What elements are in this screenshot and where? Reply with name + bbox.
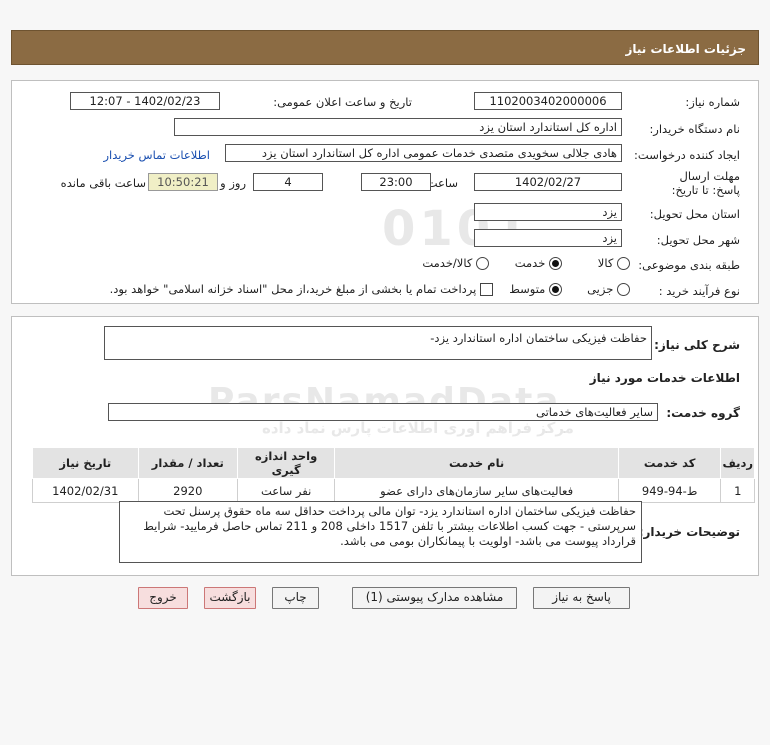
table-header-row: ردیف کد خدمت نام خدمت واحد اندازه گیری ت…	[32, 447, 755, 479]
service-group-field: سایر فعالیت‌های خدماتی	[108, 403, 658, 421]
province-field: یزد	[474, 203, 622, 221]
deadline-label: مهلت ارسال پاسخ: تا تاریخ:	[671, 169, 740, 197]
buyer-notes-field: حفاظت فیزیکی ساختمان اداره استاندارد یزد…	[119, 501, 642, 563]
process-minor-label: جزیی	[587, 282, 614, 296]
announce-datetime-field: 1402/02/23 - 12:07	[70, 92, 220, 110]
city-label: شهر محل تحویل:	[656, 233, 740, 247]
category-label: طبقه بندی موضوعی:	[638, 258, 740, 272]
buyer-notes-label: توضیحات خریدار:	[638, 525, 740, 539]
need-summary-label: شرح کلی نیاز:	[654, 338, 740, 352]
treasury-checkbox[interactable]	[480, 283, 493, 296]
creator-field: هادی جلالی سخویدی متصدی خدمات عمومی ادار…	[225, 144, 622, 162]
deadline-time-field: 23:00	[361, 173, 431, 191]
province-label: استان محل تحویل:	[649, 207, 740, 221]
cell-quantity: 2920	[137, 478, 238, 503]
buyer-contact-link[interactable]: اطلاعات تماس خریدار	[103, 148, 210, 162]
buyer-org-label: نام دستگاه خریدار:	[649, 122, 740, 136]
payment-note[interactable]: پرداخت تمام یا بخشی از مبلغ خرید،از محل …	[110, 282, 493, 296]
page-title: جزئیات اطلاعات نیاز	[625, 42, 746, 56]
reply-button[interactable]: پاسخ به نیاز	[533, 587, 630, 609]
table-row[interactable]: 1 ط-94-949 فعالیت‌های سایر سازمان‌های دا…	[32, 478, 755, 503]
services-section-title: اطلاعات خدمات مورد نیاز	[589, 371, 740, 385]
days-remaining-field: 4	[253, 173, 323, 191]
watermark-subtitle: مرکز فراهم آوری اطلاعات پارس نماد داده	[262, 419, 574, 437]
need-summary-field: حفاظت فیزیکی ساختمان اداره استاندارد یزد…	[104, 326, 652, 360]
col-need-date: تاریخ نیاز	[32, 447, 139, 479]
radio-goods-service[interactable]	[476, 257, 489, 270]
need-number-field: 1102003402000006	[474, 92, 622, 110]
process-option-medium[interactable]: متوسط	[509, 282, 562, 296]
col-unit: واحد اندازه گیری	[236, 447, 336, 479]
category-goods-label: کالا	[597, 256, 614, 270]
services-table: ردیف کد خدمت نام خدمت واحد اندازه گیری ت…	[32, 447, 755, 503]
back-button[interactable]: بازگشت	[204, 587, 256, 609]
radio-medium[interactable]	[549, 283, 562, 296]
cell-unit: نفر ساعت	[236, 478, 336, 503]
radio-service[interactable]	[549, 257, 562, 270]
col-service-name: نام خدمت	[334, 447, 619, 479]
cell-service-name: فعالیت‌های سایر سازمان‌های دارای عضو	[334, 478, 619, 503]
exit-button[interactable]: خروج	[138, 587, 188, 609]
city-field: یزد	[474, 229, 622, 247]
need-number-label: شماره نیاز:	[685, 95, 740, 109]
process-option-minor[interactable]: جزیی	[587, 282, 630, 296]
service-group-label: گروه خدمت:	[666, 406, 740, 420]
print-button[interactable]: چاپ	[272, 587, 319, 609]
process-medium-label: متوسط	[509, 282, 546, 296]
days-label: روز و	[220, 176, 246, 190]
hour-label: ساعت	[426, 176, 458, 190]
col-row-number: ردیف	[720, 447, 755, 479]
cell-service-code: ط-94-949	[617, 478, 722, 503]
category-option-goods[interactable]: کالا	[598, 256, 630, 270]
category-goods-service-label: کالا/خدمت	[422, 256, 473, 270]
category-option-goods-service[interactable]: کالا/خدمت	[422, 256, 489, 270]
remaining-time-field: 10:50:21	[148, 173, 218, 191]
category-option-service[interactable]: خدمت	[515, 256, 562, 270]
radio-goods[interactable]	[617, 257, 630, 270]
cell-need-date: 1402/02/31	[32, 478, 139, 503]
remaining-time-label: ساعت باقی مانده	[60, 176, 146, 190]
page-header: جزئیات اطلاعات نیاز	[11, 30, 759, 65]
deadline-date-field: 1402/02/27	[474, 173, 622, 191]
process-label: نوع فرآیند خرید :	[658, 284, 740, 298]
payment-note-text: پرداخت تمام یا بخشی از مبلغ خرید،از محل …	[109, 282, 477, 296]
details-panel: ParsNamadData مرکز فراهم آوری اطلاعات پا…	[11, 316, 759, 576]
col-service-code: کد خدمت	[617, 447, 722, 479]
creator-label: ایجاد کننده درخواست:	[634, 148, 740, 162]
category-service-label: خدمت	[514, 256, 546, 270]
cell-row-number: 1	[720, 478, 755, 503]
view-attachments-button[interactable]: مشاهده مدارک پیوستی (1)	[352, 587, 517, 609]
announce-label: تاریخ و ساعت اعلان عمومی:	[273, 95, 412, 109]
col-quantity: تعداد / مقدار	[137, 447, 238, 479]
need-info-panel: 0101 شماره نیاز: 1102003402000006 تاریخ …	[11, 80, 759, 304]
buyer-org-field: اداره کل استاندارد استان یزد	[174, 118, 622, 136]
radio-minor[interactable]	[617, 283, 630, 296]
